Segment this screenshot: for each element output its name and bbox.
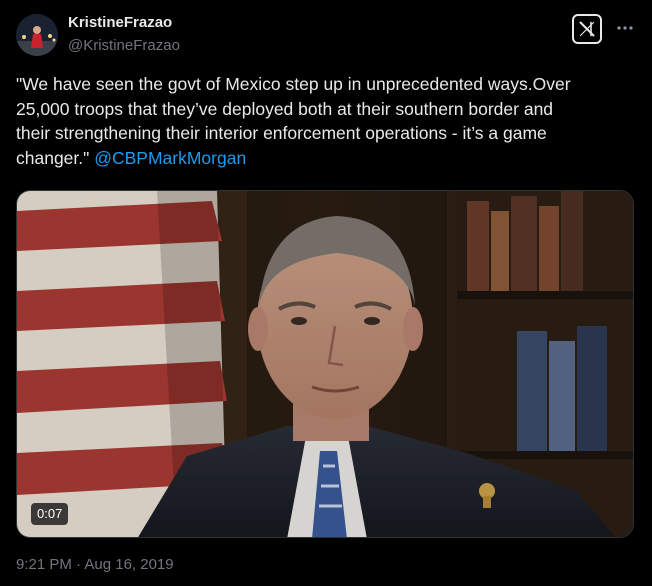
more-options-icon[interactable]	[612, 17, 638, 39]
avatar-photo	[16, 14, 58, 56]
author-handle[interactable]: @KristineFrazao	[68, 37, 180, 54]
tweet-card: KristineFrazao @KristineFrazao "We have …	[0, 0, 652, 586]
video-thumbnail	[17, 191, 633, 537]
author-avatar[interactable]	[16, 14, 58, 56]
video-player[interactable]: 0:07	[16, 190, 634, 538]
tweet-text: "We have seen the govt of Mexico step up…	[16, 72, 636, 170]
author-display-name[interactable]: KristineFrazao	[68, 14, 172, 31]
ellipsis-glyph	[617, 26, 633, 30]
tweet-text-last-line: changer." @CBPMarkMorgan	[16, 146, 636, 171]
tweet-text-line: "We have seen the govt of Mexico step up…	[16, 74, 571, 94]
mention-link[interactable]: @CBPMarkMorgan	[94, 148, 246, 168]
tweet-text-line: their strengthening their interior enfor…	[16, 123, 547, 143]
tweet-text-line: changer."	[16, 147, 95, 168]
x-logo-icon[interactable]	[572, 14, 602, 44]
tweet-text-line: 25,000 troops that they’ve deployed both…	[16, 98, 554, 119]
video-duration-badge: 0:07	[31, 503, 69, 525]
x-glyph	[579, 21, 595, 37]
tweet-timestamp[interactable]: 9:21 PM · Aug 16, 2019	[16, 556, 174, 573]
